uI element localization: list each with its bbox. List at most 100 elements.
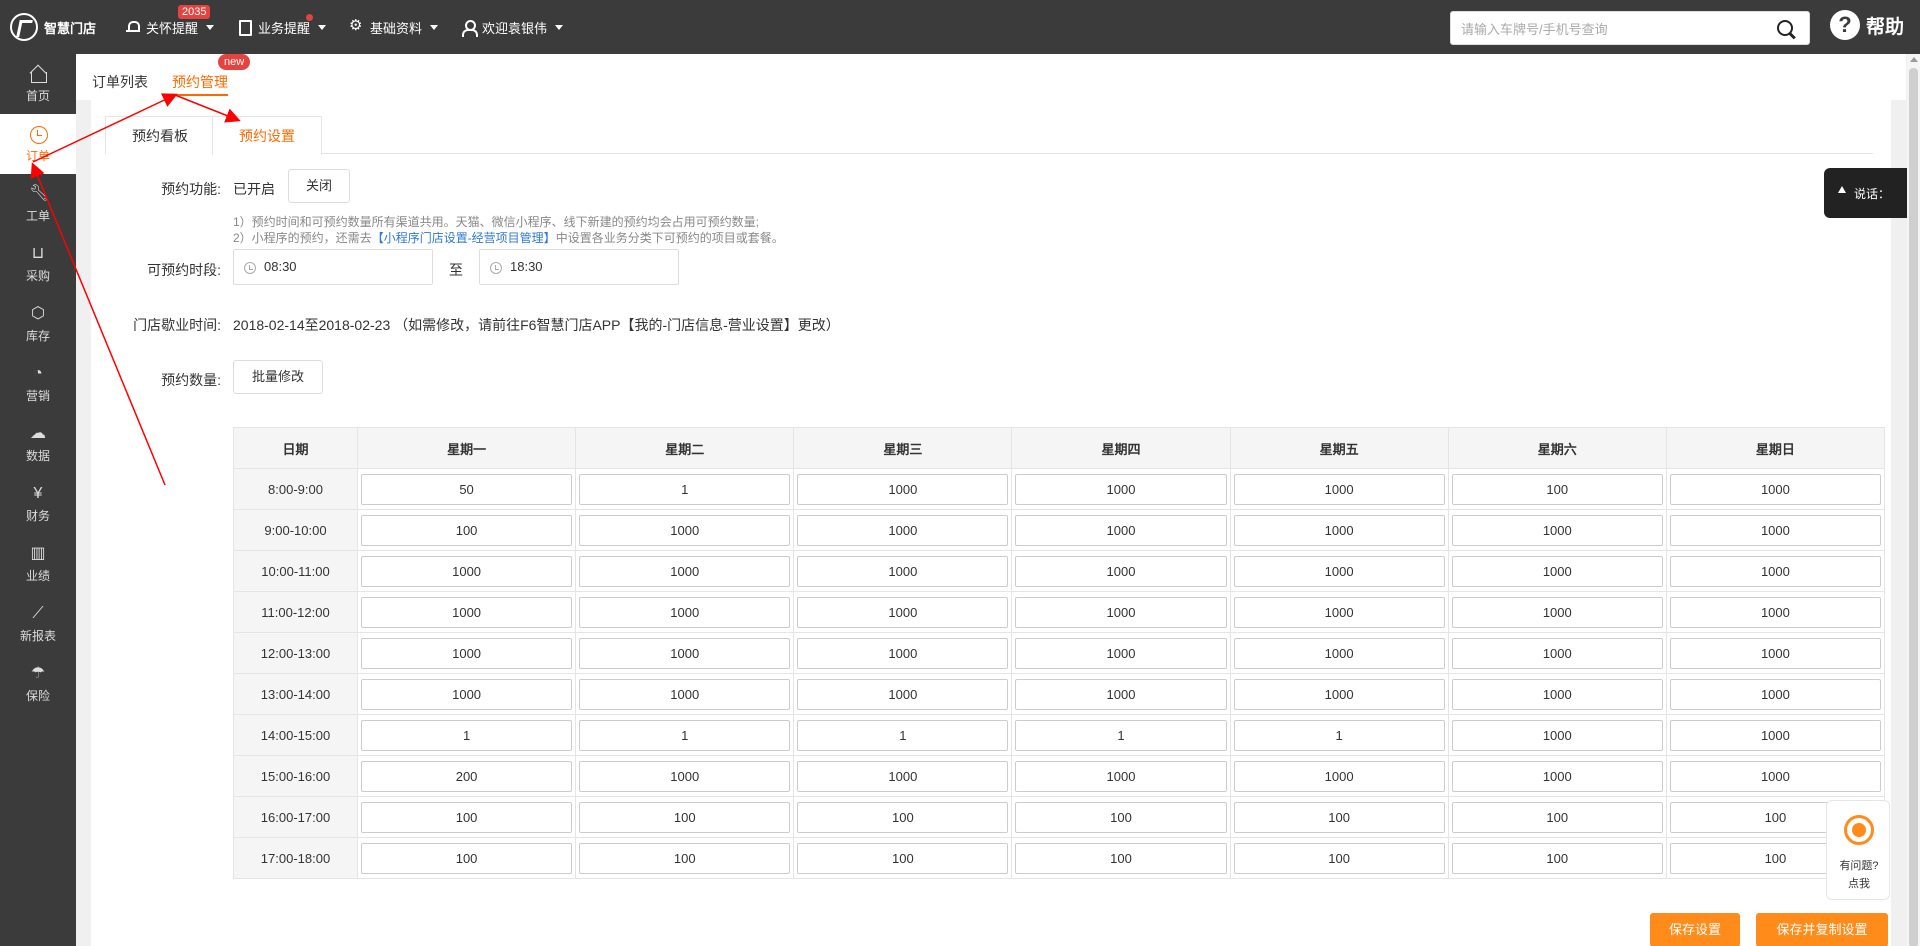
quota-input[interactable]: 1000 bbox=[1669, 596, 1881, 628]
quota-input[interactable]: 1 bbox=[579, 719, 791, 751]
quota-input[interactable]: 1000 bbox=[1233, 514, 1445, 546]
tab-order-list[interactable]: 订单列表 bbox=[92, 72, 148, 92]
quota-input[interactable]: 100 bbox=[1233, 842, 1445, 874]
sidebar-item-home[interactable]: 首页 bbox=[0, 54, 76, 114]
quota-input[interactable]: 1000 bbox=[1233, 637, 1445, 669]
start-time-input[interactable]: 08:30 bbox=[233, 249, 433, 285]
quota-input[interactable]: 1000 bbox=[579, 678, 791, 710]
sidebar-item-performance[interactable]: ▥ 业绩 bbox=[0, 534, 76, 594]
quota-input[interactable]: 100 bbox=[797, 801, 1009, 833]
quota-input[interactable]: 1000 bbox=[797, 678, 1009, 710]
quota-input[interactable]: 1000 bbox=[797, 555, 1009, 587]
sidebar-item-data[interactable]: ☁︎ 数据 bbox=[0, 414, 76, 474]
quota-input[interactable]: 1000 bbox=[1451, 596, 1663, 628]
quota-input[interactable]: 1000 bbox=[579, 555, 791, 587]
quota-input[interactable]: 1000 bbox=[797, 637, 1009, 669]
miniprogram-settings-link[interactable]: 【小程序门店设置-经营项目管理】 bbox=[372, 231, 556, 245]
quota-input[interactable]: 100 bbox=[361, 842, 573, 874]
quota-input[interactable]: 1000 bbox=[1015, 473, 1227, 505]
quota-input[interactable]: 1000 bbox=[1451, 760, 1663, 792]
quota-input[interactable]: 1000 bbox=[1669, 555, 1881, 587]
end-time-input[interactable]: 18:30 bbox=[479, 249, 679, 285]
sidebar-item-inventory[interactable]: ⬡ 库存 bbox=[0, 294, 76, 354]
quota-input[interactable]: 1000 bbox=[1669, 514, 1881, 546]
quota-input[interactable]: 1000 bbox=[1233, 760, 1445, 792]
quota-input[interactable]: 1000 bbox=[1015, 678, 1227, 710]
quota-input[interactable]: 100 bbox=[361, 514, 573, 546]
quota-input[interactable]: 1000 bbox=[1451, 678, 1663, 710]
quota-input[interactable]: 1000 bbox=[1015, 637, 1227, 669]
quota-input[interactable]: 50 bbox=[361, 473, 573, 505]
quota-input[interactable]: 1000 bbox=[1451, 514, 1663, 546]
quota-input[interactable]: 100 bbox=[579, 842, 791, 874]
quota-input[interactable]: 1000 bbox=[1669, 473, 1881, 505]
quota-input[interactable]: 1 bbox=[1015, 719, 1227, 751]
nav-base-data[interactable]: 基础资料 bbox=[349, 17, 439, 37]
quota-input[interactable]: 1000 bbox=[1233, 596, 1445, 628]
tab-appointment-manage[interactable]: 预约管理 bbox=[172, 72, 228, 96]
quota-input[interactable]: 1000 bbox=[1015, 596, 1227, 628]
search-icon[interactable] bbox=[1777, 20, 1795, 38]
quota-input[interactable]: 1000 bbox=[361, 678, 573, 710]
quota-input[interactable]: 1000 bbox=[1451, 555, 1663, 587]
quota-input[interactable]: 1 bbox=[361, 719, 573, 751]
quota-input[interactable]: 1 bbox=[797, 719, 1009, 751]
quota-input[interactable]: 1000 bbox=[1669, 719, 1881, 751]
quota-input[interactable]: 1000 bbox=[579, 596, 791, 628]
quota-input[interactable]: 1000 bbox=[1451, 637, 1663, 669]
quota-input[interactable]: 1000 bbox=[1015, 760, 1227, 792]
sidebar-item-finance[interactable]: ¥ 财务 bbox=[0, 474, 76, 534]
quota-input[interactable]: 1 bbox=[579, 473, 791, 505]
sidebar-item-new-reports[interactable]: ⟋ 新报表 bbox=[0, 594, 76, 654]
quota-input[interactable]: 1000 bbox=[1669, 678, 1881, 710]
quota-input[interactable]: 1000 bbox=[1015, 514, 1227, 546]
quota-input[interactable]: 1000 bbox=[1233, 473, 1445, 505]
sidebar-item-workorders[interactable]: 🔧︎ 工单 bbox=[0, 174, 76, 234]
quota-input[interactable]: 100 bbox=[1451, 801, 1663, 833]
sidebar-item-marketing[interactable]: ◔ 营销 bbox=[0, 354, 76, 414]
quota-input[interactable]: 1000 bbox=[579, 514, 791, 546]
batch-edit-button[interactable]: 批量修改 bbox=[233, 360, 323, 394]
quota-input[interactable]: 100 bbox=[1233, 801, 1445, 833]
quota-input[interactable]: 1000 bbox=[797, 514, 1009, 546]
tab-appointment-board[interactable]: 预约看板 bbox=[105, 116, 215, 154]
quota-input[interactable]: 100 bbox=[1451, 473, 1663, 505]
scrollbar-thumb[interactable] bbox=[1909, 68, 1918, 946]
quota-input[interactable]: 1000 bbox=[579, 637, 791, 669]
quota-input[interactable]: 100 bbox=[1451, 842, 1663, 874]
sidebar-item-orders[interactable]: 订单 bbox=[0, 114, 76, 174]
quota-input[interactable]: 1000 bbox=[797, 760, 1009, 792]
quota-input[interactable]: 1000 bbox=[361, 555, 573, 587]
search-input[interactable] bbox=[1461, 18, 1761, 40]
chat-widget[interactable]: 说话： bbox=[1824, 168, 1920, 218]
help-button[interactable]: ? 帮助 bbox=[1830, 10, 1904, 40]
nav-business-reminder[interactable]: 业务提醒 bbox=[238, 13, 327, 37]
quota-input[interactable]: 1000 bbox=[361, 637, 573, 669]
scrollbar[interactable] bbox=[1907, 54, 1920, 946]
nav-user-menu[interactable]: 欢迎袁银伟 bbox=[462, 18, 564, 37]
quota-input[interactable]: 1000 bbox=[1451, 719, 1663, 751]
quota-input[interactable]: 100 bbox=[361, 801, 573, 833]
close-button[interactable]: 关闭 bbox=[288, 169, 350, 203]
quota-input[interactable]: 1000 bbox=[1015, 555, 1227, 587]
quota-input[interactable]: 100 bbox=[579, 801, 791, 833]
quota-input[interactable]: 1000 bbox=[1669, 760, 1881, 792]
quota-input[interactable]: 1000 bbox=[797, 596, 1009, 628]
save-button[interactable]: 保存设置 bbox=[1650, 913, 1740, 946]
quota-input[interactable]: 1000 bbox=[361, 596, 573, 628]
quota-input[interactable]: 1000 bbox=[1233, 555, 1445, 587]
nav-care-reminder[interactable]: 关怀提醒 2035 bbox=[126, 4, 215, 37]
quota-input[interactable]: 1 bbox=[1233, 719, 1445, 751]
quota-input[interactable]: 100 bbox=[1015, 801, 1227, 833]
brand-logo[interactable]: 智慧门店 bbox=[10, 12, 96, 42]
quota-input[interactable]: 1000 bbox=[579, 760, 791, 792]
tab-appointment-settings[interactable]: 预约设置 bbox=[212, 116, 322, 155]
sidebar-item-purchase[interactable]: ⊔ 采购 bbox=[0, 234, 76, 294]
scroll-up-arrow-icon[interactable] bbox=[1910, 57, 1918, 62]
quota-input[interactable]: 100 bbox=[797, 842, 1009, 874]
quota-input[interactable]: 100 bbox=[1015, 842, 1227, 874]
sidebar-item-insurance[interactable]: ☂︎ 保险 bbox=[0, 654, 76, 714]
quota-input[interactable]: 1000 bbox=[1669, 637, 1881, 669]
save-and-copy-button[interactable]: 保存并复制设置 bbox=[1756, 913, 1888, 946]
quota-input[interactable]: 200 bbox=[361, 760, 573, 792]
